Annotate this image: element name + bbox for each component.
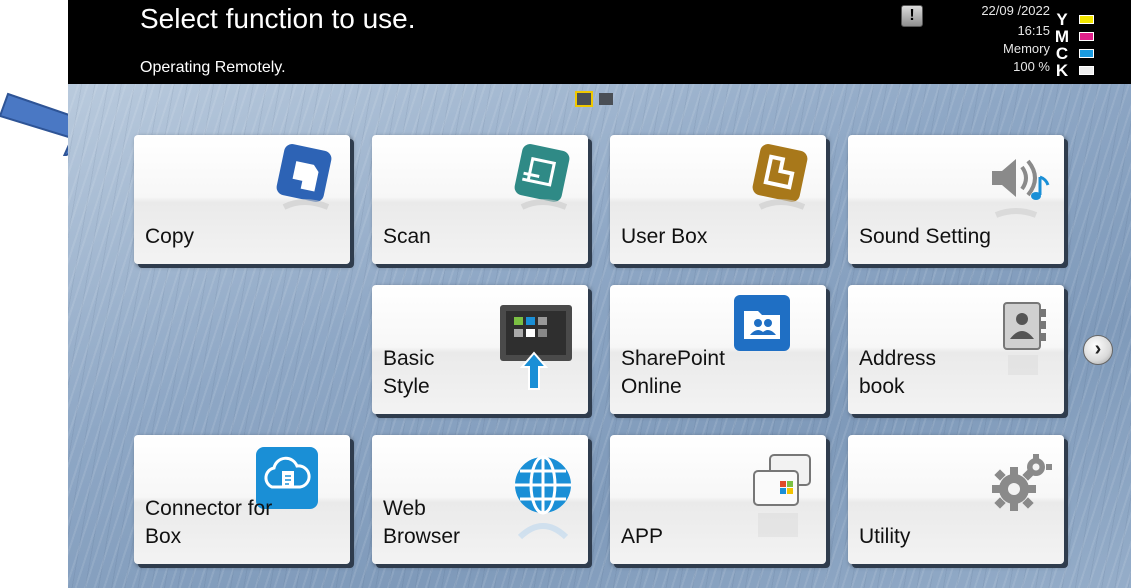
tile-label: User Box xyxy=(621,225,708,248)
tile-label: Address book xyxy=(859,347,937,398)
scan-icon xyxy=(514,144,570,210)
toner-level-bar xyxy=(1079,49,1094,58)
address-book-icon xyxy=(1003,302,1046,375)
toner-level-bar xyxy=(1079,32,1094,41)
next-page-button[interactable]: › xyxy=(1083,335,1113,365)
page-dot-current[interactable] xyxy=(575,91,593,107)
toner-cyan: C xyxy=(1054,44,1094,63)
toner-black: K xyxy=(1054,61,1094,80)
toner-yellow: Y xyxy=(1054,10,1094,29)
sound-setting-tile[interactable]: Sound Setting xyxy=(848,135,1064,264)
page-indicator xyxy=(575,91,617,107)
basic-style-tile[interactable]: Basic Style xyxy=(372,285,588,414)
function-menu: Copy Scan User Box Sound Setting Basic S… xyxy=(68,84,1131,588)
time-display: 16:15 xyxy=(1017,23,1050,38)
header-bar: Select function to use. Operating Remote… xyxy=(68,0,1131,84)
sharepoint-online-tile[interactable]: SharePoint Online xyxy=(610,285,826,414)
page-title: Select function to use. xyxy=(140,3,416,34)
tile-label: Web Browser xyxy=(383,497,461,548)
toner-magenta: M xyxy=(1054,27,1094,46)
user-box-tile[interactable]: User Box xyxy=(610,135,826,264)
tile-label: Connector for Box xyxy=(145,497,273,548)
user-box-icon xyxy=(752,144,808,210)
speaker-icon xyxy=(992,159,1050,218)
utility-tile[interactable]: Utility xyxy=(848,435,1064,564)
copy-icon xyxy=(276,144,332,210)
toner-level-bar xyxy=(1079,15,1094,24)
date-display: 22/09 /2022 xyxy=(981,3,1050,18)
memory-label: Memory xyxy=(1003,41,1050,56)
connector-for-box-tile[interactable]: Connector for Box xyxy=(134,435,350,564)
alert-button[interactable]: ! xyxy=(901,5,923,27)
tile-label: APP xyxy=(621,525,664,548)
copy-tile[interactable]: Copy xyxy=(134,135,350,264)
tile-label: Sound Setting xyxy=(859,225,991,248)
tile-label: Basic Style xyxy=(383,347,435,398)
globe-icon xyxy=(515,455,571,540)
tile-label: Copy xyxy=(145,225,195,248)
toner-level-bar xyxy=(1079,66,1094,75)
address-book-tile[interactable]: Address book xyxy=(848,285,1064,414)
control-panel: Select function to use. Operating Remote… xyxy=(68,0,1131,588)
chevron-right-icon: › xyxy=(1094,338,1102,360)
memory-value: 100 % xyxy=(1013,59,1050,74)
basic-style-icon xyxy=(500,305,572,390)
tile-label: Scan xyxy=(383,225,431,248)
web-browser-tile[interactable]: Web Browser xyxy=(372,435,588,564)
status-message: Operating Remotely. xyxy=(140,59,286,76)
tile-label: Utility xyxy=(859,525,911,548)
toner-letter: K xyxy=(1055,61,1069,80)
scan-tile[interactable]: Scan xyxy=(372,135,588,264)
app-tile[interactable]: APP xyxy=(610,435,826,564)
page-dot[interactable] xyxy=(599,93,613,105)
tile-label: SharePoint Online xyxy=(621,347,725,398)
